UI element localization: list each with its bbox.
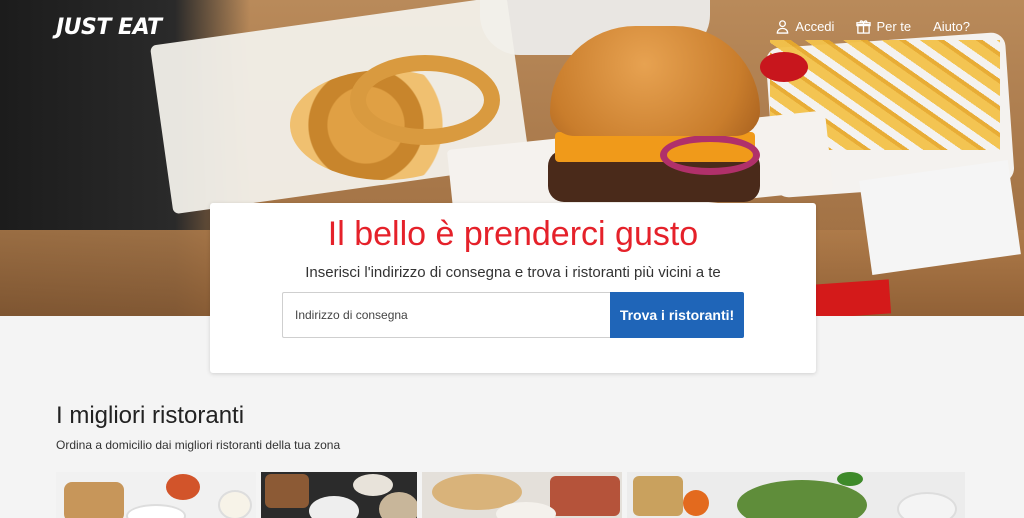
restaurant-tile[interactable] bbox=[56, 472, 256, 518]
gift-icon bbox=[856, 20, 872, 34]
hero-title: Il bello è prenderci gusto bbox=[327, 215, 699, 253]
hero-subtitle: Inserisci l'indirizzo di consegna e trov… bbox=[305, 264, 721, 281]
hero-ketchup bbox=[760, 52, 808, 82]
restaurant-tile[interactable] bbox=[627, 472, 965, 518]
address-search: Trova i ristoranti! bbox=[282, 292, 744, 338]
restaurant-tile[interactable] bbox=[261, 472, 417, 518]
address-input[interactable] bbox=[282, 292, 610, 338]
just-eat-logo[interactable]: JUST EAT bbox=[56, 15, 162, 40]
user-icon bbox=[777, 20, 789, 34]
for-you-label: Per te bbox=[876, 19, 912, 34]
restaurant-tile[interactable] bbox=[422, 472, 622, 518]
hero-ketchup-sachet bbox=[813, 279, 892, 316]
help-link[interactable]: Aiuto? bbox=[933, 19, 970, 34]
hero-onion-ring bbox=[350, 55, 500, 145]
login-label: Accedi bbox=[795, 19, 835, 34]
login-link[interactable]: Accedi bbox=[775, 19, 834, 34]
restaurant-tiles bbox=[56, 472, 970, 518]
top-nav: Accedi Per te Aiuto? bbox=[775, 19, 970, 34]
best-restaurants-subtitle: Ordina a domicilio dai migliori ristoran… bbox=[56, 438, 341, 452]
for-you-link[interactable]: Per te bbox=[856, 19, 911, 34]
search-card: Il bello è prenderci gusto Inserisci l'i… bbox=[210, 203, 816, 373]
find-restaurants-button[interactable]: Trova i ristoranti! bbox=[610, 292, 744, 338]
hero-burger-onion bbox=[660, 135, 760, 175]
help-label: Aiuto? bbox=[933, 19, 970, 34]
best-restaurants-title: I migliori ristoranti bbox=[56, 402, 245, 429]
